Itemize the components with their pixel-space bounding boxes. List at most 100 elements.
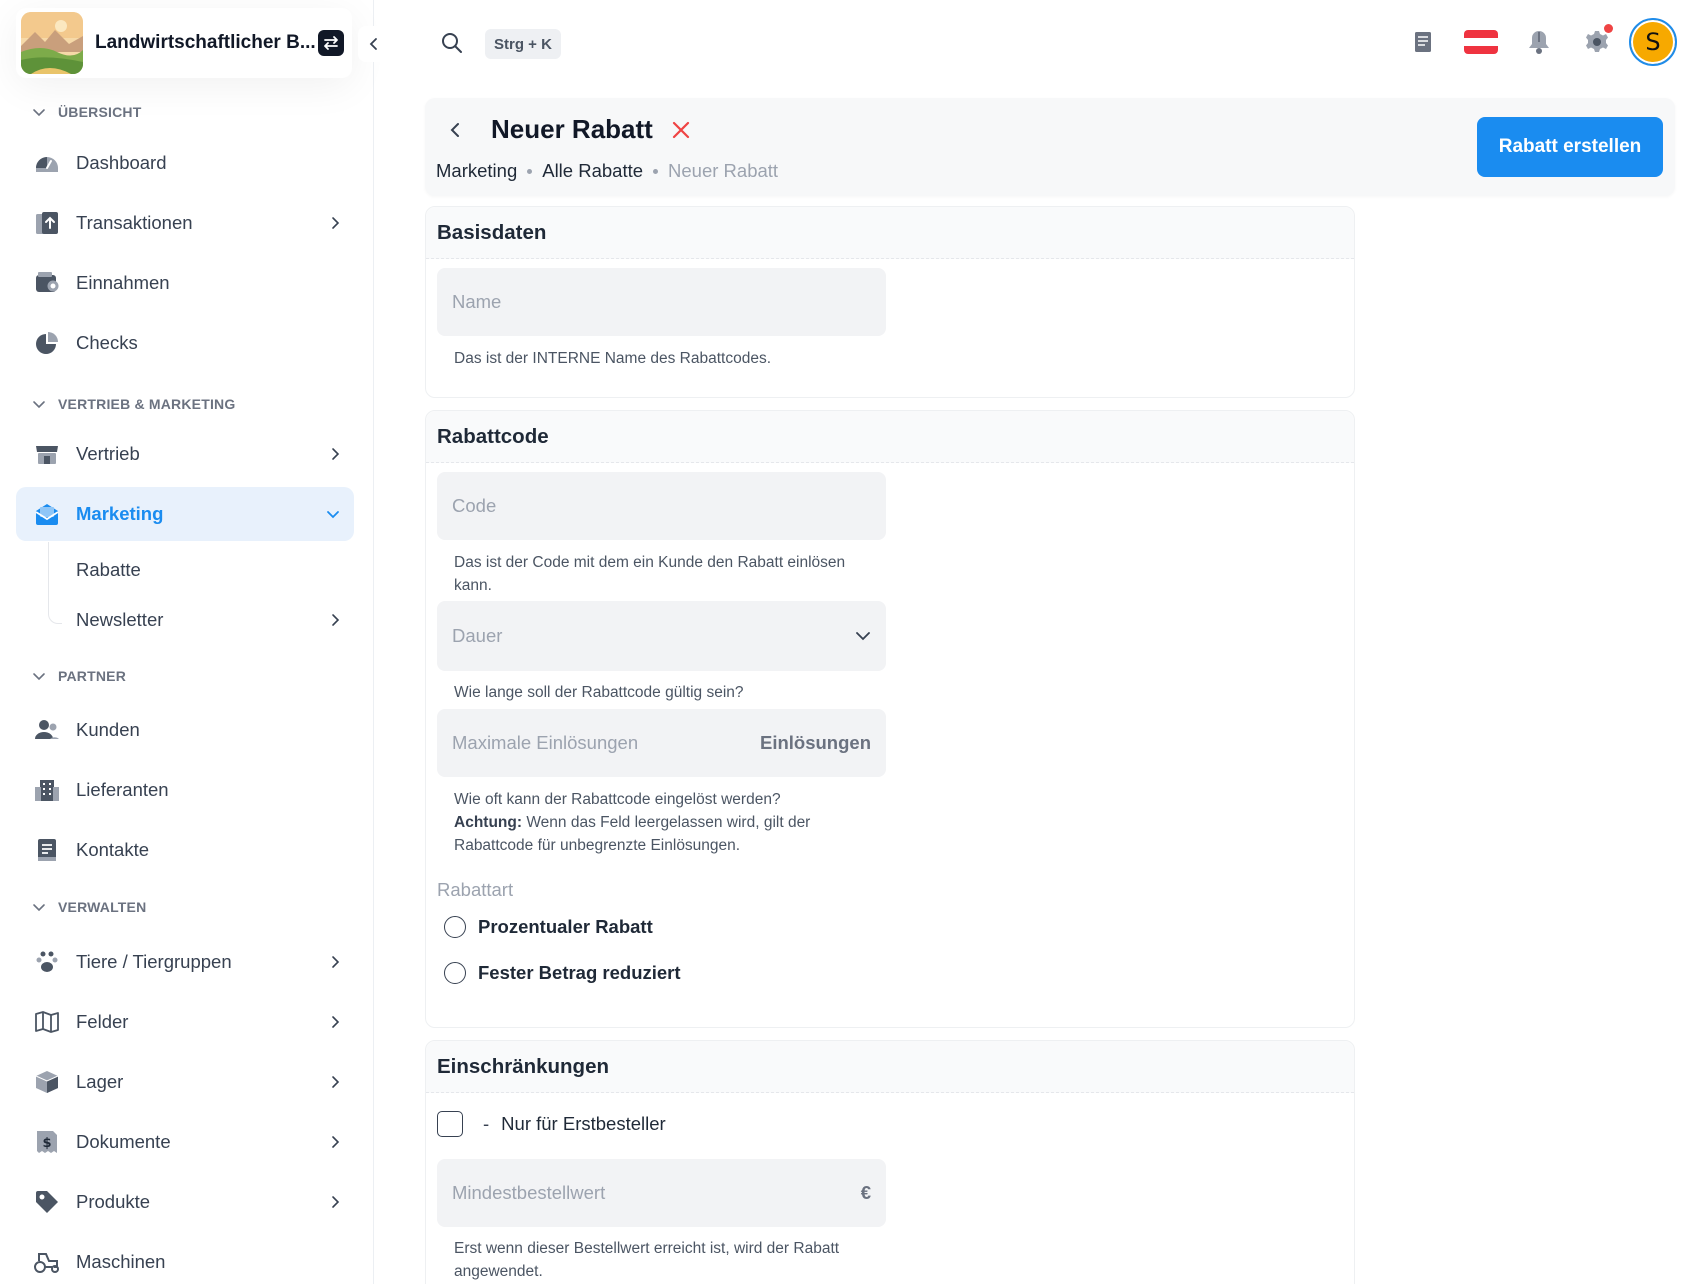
- code-input[interactable]: Code: [437, 472, 886, 540]
- name-input[interactable]: Name: [437, 268, 886, 336]
- radio-fester-betrag[interactable]: Fester Betrag reduziert: [444, 962, 681, 984]
- organization-name: Landwirtschaftlicher B...: [95, 32, 316, 53]
- language-selector[interactable]: [1457, 18, 1505, 66]
- sidebar-item-checks[interactable]: Checks: [16, 316, 354, 370]
- radio-button[interactable]: [444, 962, 466, 984]
- sidebar-subitem-rabatte[interactable]: Rabatte: [62, 548, 354, 592]
- chevron-down-icon: [326, 509, 340, 519]
- sidebar-item-tiere[interactable]: Tiere / Tiergruppen: [16, 935, 354, 989]
- chevron-left-icon: [369, 38, 377, 50]
- sidebar-subitem-label: Rabatte: [76, 559, 141, 580]
- sidebar-item-dokumente[interactable]: $ Dokumente: [16, 1115, 354, 1169]
- wallet-icon: [32, 268, 62, 298]
- pie-chart-icon: [32, 328, 62, 358]
- duration-placeholder: Dauer: [452, 625, 503, 646]
- search-shortcut-hint[interactable]: Strg + K: [485, 29, 561, 59]
- radio-prozentualer-rabatt[interactable]: Prozentualer Rabatt: [444, 916, 653, 938]
- min-order-value-help-text: Erst wenn dieser Bestellwert erreicht is…: [454, 1240, 840, 1280]
- radio-label: Fester Betrag reduziert: [478, 962, 681, 983]
- documentation-button[interactable]: [1399, 18, 1447, 66]
- first-order-only-checkbox-row[interactable]: - Nur für Erstbesteller: [437, 1111, 666, 1137]
- gauge-icon: [32, 148, 62, 178]
- sidebar-subitem-newsletter[interactable]: Newsletter: [62, 598, 354, 642]
- section-uebersicht[interactable]: ÜBERSICHT: [32, 104, 141, 120]
- sidebar-item-maschinen[interactable]: Maschinen: [16, 1235, 354, 1284]
- building-icon: [32, 775, 62, 805]
- sidebar-item-label: Tiere / Tiergruppen: [76, 951, 232, 972]
- sidebar-item-einnahmen[interactable]: Einnahmen: [16, 256, 354, 310]
- sidebar-item-label: Lieferanten: [76, 779, 169, 800]
- breadcrumb: Marketing Alle Rabatte Neuer Rabatt: [436, 160, 778, 182]
- transactions-icon: [32, 208, 62, 238]
- sidebar-item-transaktionen[interactable]: Transaktionen: [16, 196, 354, 250]
- sidebar-item-label: Produkte: [76, 1191, 151, 1212]
- sidebar-item-marketing[interactable]: Marketing: [16, 487, 354, 541]
- organization-switcher[interactable]: Landwirtschaftlicher B...: [16, 8, 352, 78]
- card-einschraenkungen: Einschränkungen - Nur für Erstbesteller …: [425, 1040, 1355, 1284]
- sidebar-item-label: Kunden: [76, 719, 140, 740]
- sidebar-item-lager[interactable]: Lager: [16, 1055, 354, 1109]
- chevron-right-icon: [330, 613, 340, 627]
- search-icon[interactable]: [440, 31, 464, 60]
- page-header: Neuer Rabatt Marketing Alle Rabatte Neue…: [425, 98, 1675, 196]
- sidebar-item-produkte[interactable]: Produkte: [16, 1175, 354, 1229]
- sidebar-item-label: Transaktionen: [76, 212, 193, 233]
- sidebar-item-kontakte[interactable]: Kontakte: [16, 823, 354, 877]
- sidebar-item-label: Maschinen: [76, 1251, 166, 1272]
- radio-label: Prozentualer Rabatt: [478, 916, 653, 937]
- card-title: Einschränkungen: [426, 1041, 1354, 1093]
- close-icon[interactable]: [671, 120, 691, 145]
- chevron-right-icon: [330, 216, 340, 230]
- svg-text:$: $: [42, 1136, 51, 1151]
- sidebar-item-label: Checks: [76, 332, 138, 353]
- box-icon: [32, 1067, 62, 1097]
- breadcrumb-marketing[interactable]: Marketing: [436, 160, 517, 182]
- sidebar-item-vertrieb[interactable]: Vertrieb: [16, 427, 354, 481]
- section-vertrieb-marketing[interactable]: VERTRIEB & MARKETING: [32, 396, 235, 412]
- users-icon: [32, 715, 62, 745]
- radio-button[interactable]: [444, 916, 466, 938]
- checkbox-label: Nur für Erstbesteller: [501, 1113, 666, 1134]
- chevron-right-icon: [330, 1195, 340, 1209]
- page-title: Neuer Rabatt: [491, 114, 653, 144]
- settings-notification-dot: [1604, 24, 1613, 33]
- submenu-guide-line: [48, 542, 62, 624]
- chevron-down-icon: [33, 109, 45, 117]
- checkbox[interactable]: [437, 1111, 463, 1137]
- card-rabattcode: Rabattcode Code Das ist der Code mit dem…: [425, 410, 1355, 1028]
- tractor-icon: [32, 1247, 62, 1277]
- card-title: Basisdaten: [426, 207, 1354, 259]
- duration-select[interactable]: Dauer: [437, 601, 886, 671]
- max-redemptions-input[interactable]: Maximale Einlösungen Einlösungen: [437, 709, 886, 777]
- section-verwalten[interactable]: VERWALTEN: [32, 899, 146, 915]
- chevron-left-icon: [450, 123, 459, 137]
- map-icon: [32, 1007, 62, 1037]
- switch-organization-icon[interactable]: [318, 30, 344, 56]
- paw-icon: [32, 947, 62, 977]
- user-avatar[interactable]: S: [1629, 18, 1677, 66]
- create-discount-button[interactable]: Rabatt erstellen: [1477, 117, 1663, 177]
- sidebar-item-kunden[interactable]: Kunden: [16, 703, 354, 757]
- min-order-value-input[interactable]: Mindestbestellwert €: [437, 1159, 886, 1227]
- breadcrumb-alle-rabatte[interactable]: Alle Rabatte: [542, 160, 643, 182]
- max-redemptions-suffix: Einlösungen: [760, 732, 871, 753]
- sidebar-item-felder[interactable]: Felder: [16, 995, 354, 1049]
- card-basisdaten: Basisdaten Name Das ist der INTERNE Name…: [425, 206, 1355, 398]
- card-title: Rabattcode: [426, 411, 1354, 463]
- settings-button[interactable]: [1573, 18, 1621, 66]
- book-icon: [1415, 32, 1431, 52]
- mail-marketing-icon: [32, 499, 62, 529]
- duration-help-text: Wie lange soll der Rabattcode gültig sei…: [454, 684, 744, 701]
- chevron-right-icon: [330, 1015, 340, 1029]
- collapse-sidebar-button[interactable]: [358, 26, 390, 62]
- bell-icon: [1529, 31, 1549, 54]
- sidebar-item-lieferanten[interactable]: Lieferanten: [16, 763, 354, 817]
- chevron-down-icon: [33, 401, 45, 409]
- store-icon: [32, 439, 62, 469]
- back-button[interactable]: [445, 118, 465, 147]
- section-partner[interactable]: PARTNER: [32, 668, 126, 684]
- notifications-button[interactable]: [1515, 18, 1563, 66]
- discount-type-label: Rabattart: [437, 879, 514, 900]
- sidebar-item-dashboard[interactable]: Dashboard: [16, 136, 354, 190]
- breadcrumb-separator: [527, 168, 533, 174]
